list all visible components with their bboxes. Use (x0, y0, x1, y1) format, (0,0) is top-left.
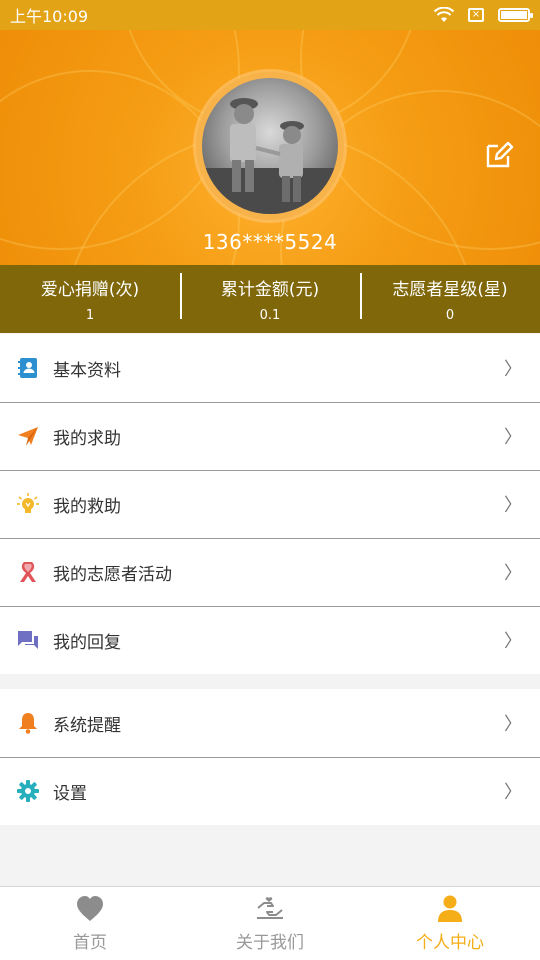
menu-item-settings[interactable]: 设置 〉 (0, 757, 540, 825)
menu-group-system: 系统提醒 〉 设置 〉 (0, 689, 540, 825)
menu-group-main: 基本资料 〉 我的求助 〉 我的救助 〉 我的志愿者活动 〉 我的回复 〉 (0, 334, 540, 674)
menu-item-label: 基本资料 (53, 360, 121, 381)
user-phone: 136****5524 (202, 230, 338, 254)
chevron-right-icon: 〉 (504, 495, 522, 516)
chevron-right-icon: 〉 (504, 782, 522, 803)
nav-label: 首页 (73, 933, 107, 953)
wifi-icon (434, 7, 454, 22)
menu-item-my-help-requests[interactable]: 我的求助 〉 (0, 402, 540, 470)
tab-about-us[interactable]: 关于我们 (180, 887, 360, 960)
stat-value: 1 (85, 308, 95, 323)
heart-icon (77, 896, 103, 921)
tab-home[interactable]: 首页 (0, 887, 180, 960)
stat-value: 0 (445, 308, 455, 323)
bottom-nav: 首页 关于我们 个人中心 (0, 886, 540, 960)
chevron-right-icon: 〉 (504, 359, 522, 380)
stat-amount[interactable]: 累计金额(元) 0.1 (180, 265, 360, 333)
profile-header: 136****5524 (0, 30, 540, 265)
stat-label: 爱心捐赠(次) (40, 280, 140, 300)
helping-hands-icon (257, 897, 283, 919)
menu-item-my-volunteer-activities[interactable]: 我的志愿者活动 〉 (0, 538, 540, 606)
avatar-photo (202, 78, 338, 214)
chevron-right-icon: 〉 (504, 714, 522, 735)
status-icons: × (434, 7, 533, 23)
stat-donations[interactable]: 爱心捐赠(次) 1 (0, 265, 180, 333)
battery-icon (498, 8, 533, 22)
paper-plane-icon (18, 427, 38, 446)
menu-item-my-rescues[interactable]: 我的救助 〉 (0, 470, 540, 538)
stat-label: 累计金额(元) (220, 280, 320, 300)
chevron-right-icon: 〉 (504, 563, 522, 584)
menu-item-label: 我的救助 (53, 496, 121, 517)
menu-item-system-notifications[interactable]: 系统提醒 〉 (0, 689, 540, 757)
nav-label: 关于我们 (236, 933, 304, 953)
lightbulb-icon (17, 493, 39, 513)
stat-label: 志愿者星级(星) (392, 280, 508, 300)
edit-icon[interactable] (484, 140, 514, 170)
menu-item-label: 设置 (53, 783, 87, 804)
chevron-right-icon: 〉 (504, 631, 522, 652)
chevron-right-icon: 〉 (504, 427, 522, 448)
stat-value: 0.1 (259, 308, 281, 323)
sim-x-icon: × (468, 8, 484, 22)
status-time: 上午10:09 (10, 7, 89, 26)
ribbon-icon (20, 562, 36, 582)
avatar[interactable] (196, 72, 344, 220)
contacts-book-icon (18, 358, 37, 378)
nav-label: 个人中心 (416, 933, 484, 953)
chat-bubbles-icon (18, 631, 38, 649)
bell-icon (19, 713, 37, 734)
menu-item-label: 我的回复 (53, 632, 121, 653)
person-icon (438, 895, 462, 922)
stats-bar: 爱心捐赠(次) 1 累计金额(元) 0.1 志愿者星级(星) 0 (0, 265, 540, 333)
tab-personal-center[interactable]: 个人中心 (360, 887, 540, 960)
gear-icon (17, 780, 39, 802)
menu-item-basic-info[interactable]: 基本资料 〉 (0, 334, 540, 402)
status-bar: 上午10:09 × (0, 0, 540, 30)
menu-item-label: 我的求助 (53, 428, 121, 449)
menu-item-my-replies[interactable]: 我的回复 〉 (0, 606, 540, 674)
menu-item-label: 系统提醒 (53, 715, 121, 736)
menu-item-label: 我的志愿者活动 (53, 564, 172, 585)
stat-volunteer-stars[interactable]: 志愿者星级(星) 0 (360, 265, 540, 333)
